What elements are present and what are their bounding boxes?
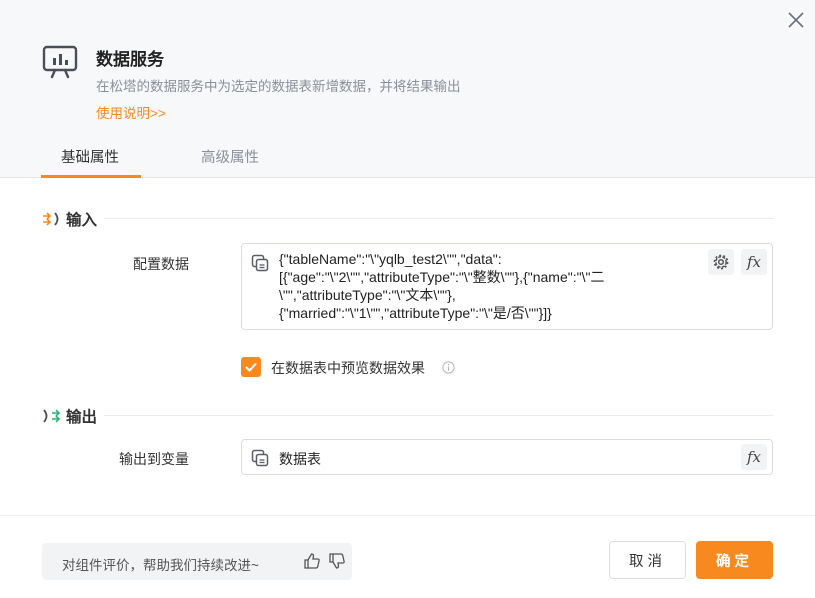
output-section-title: 输出 [66,409,98,426]
thumbs-down-icon[interactable] [328,552,346,570]
input-arrow-icon [43,212,59,226]
section-divider [104,415,773,416]
dialog-title: 数据服务 [96,50,164,69]
feedback-bar: 对组件评价，帮助我们持续改进~ [42,543,352,580]
data-table-icon [251,449,269,467]
footer-divider [0,515,815,516]
config-data-label: 配置数据 [133,256,189,272]
input-section-header: 输入 [42,208,97,230]
dialog-header: 数据服务 在松塔的数据服务中为选定的数据表新增数据，并将结果输出 使用说明>> … [0,0,815,178]
formula-button[interactable]: fx [741,249,767,275]
section-divider [104,218,773,219]
preview-checkbox[interactable] [241,357,261,377]
preview-checkbox-label[interactable]: 在数据表中预览数据效果 [271,358,425,378]
confirm-button[interactable]: 确定 [696,541,773,579]
data-table-icon [251,254,269,272]
gear-icon [713,254,729,270]
thumbs-up-icon[interactable] [303,552,321,570]
cancel-button[interactable]: 取消 [609,541,686,579]
tab-advanced-properties[interactable]: 高级属性 [201,146,259,167]
config-data-field[interactable]: {"tableName":"\"yqlb_test2\"","data": [{… [241,243,773,330]
active-tab-indicator [41,175,141,178]
config-data-value[interactable]: {"tableName":"\"yqlb_test2\"","data": [{… [279,250,679,322]
output-variable-label: 输出到变量 [119,451,189,467]
presentation-chart-icon [42,45,78,79]
checkmark-icon [245,362,257,372]
close-icon[interactable] [786,10,806,30]
tab-basic-properties[interactable]: 基础属性 [61,146,119,167]
output-arrow-icon [43,409,61,423]
info-icon[interactable] [442,361,455,374]
input-section-title: 输入 [66,212,98,229]
feedback-text: 对组件评价，帮助我们持续改进~ [62,558,259,573]
dialog-subtitle: 在松塔的数据服务中为选定的数据表新增数据，并将结果输出 [96,79,461,94]
formula-button[interactable]: fx [741,444,767,470]
settings-button[interactable] [708,249,734,275]
help-link[interactable]: 使用说明>> [96,102,166,122]
output-variable-field[interactable]: 数据表 fx [241,439,773,475]
output-variable-value[interactable]: 数据表 [279,449,321,469]
output-section-header: 输出 [42,405,97,427]
